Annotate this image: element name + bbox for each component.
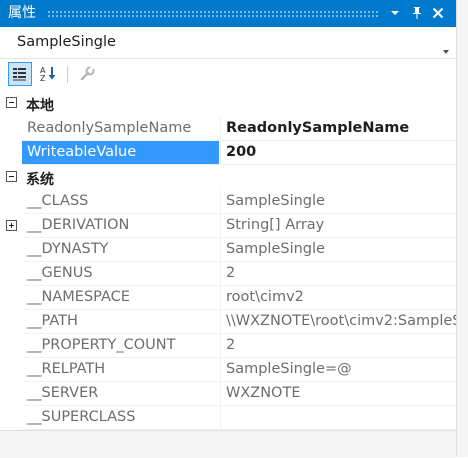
alphabetical-button[interactable]: A Z <box>37 62 61 86</box>
property-value: String[] Array <box>226 217 325 233</box>
property-name-cell[interactable]: __SUPERCLASS <box>22 406 219 430</box>
property-value: 2 <box>226 265 236 281</box>
property-name-cell[interactable]: __DERIVATION <box>22 214 219 238</box>
property-name-cell[interactable]: WriteableValue <box>22 141 219 165</box>
wrench-icon <box>80 66 95 81</box>
property-value: 2 <box>226 337 236 353</box>
property-value-cell[interactable]: root\cimv2 <box>220 286 457 310</box>
property-row[interactable]: __DYNASTY SampleSingle <box>0 238 457 262</box>
property-row[interactable]: __NAMESPACE root\cimv2 <box>0 286 457 310</box>
property-row[interactable]: __DERIVATION String[] Array <box>0 214 457 238</box>
property-name-cell[interactable]: __DYNASTY <box>22 238 219 262</box>
toolbar: A Z <box>0 60 456 90</box>
object-selector-dropdown[interactable]: SampleSingle <box>0 28 456 59</box>
property-name-cell[interactable]: __GENUS <box>22 262 219 286</box>
property-value-cell[interactable]: SampleSingle=@ <box>220 358 457 382</box>
object-selector-value: SampleSingle <box>17 34 116 50</box>
property-value-cell[interactable] <box>220 406 457 430</box>
property-value: SampleSingle <box>226 193 325 209</box>
property-value: SampleSingle <box>226 241 325 257</box>
properties-window: 属性 SampleSingle A Z 本地 ReadonlySampleNam… <box>0 0 468 458</box>
property-row[interactable]: __CLASS SampleSingle <box>0 190 457 214</box>
property-row[interactable]: __PROPERTY_COUNT 2 <box>0 334 457 358</box>
title-bar-grip[interactable] <box>47 10 379 17</box>
category-row-local[interactable]: 本地 <box>0 92 456 116</box>
property-name: ReadonlySampleName <box>27 120 192 136</box>
property-name: __PROPERTY_COUNT <box>27 337 176 353</box>
chevron-down-icon[interactable] <box>442 40 450 59</box>
property-name: __NAMESPACE <box>27 289 130 305</box>
property-name: __SUPERCLASS <box>27 409 136 425</box>
property-grid: 本地 ReadonlySampleName ReadonlySampleName… <box>0 92 457 430</box>
property-name-cell[interactable]: __PATH <box>22 310 219 334</box>
property-name: __DYNASTY <box>27 241 109 257</box>
property-value-cell[interactable]: ReadonlySampleName <box>220 117 457 141</box>
property-name: __DERIVATION <box>27 217 130 233</box>
toolbar-separator <box>67 66 68 83</box>
property-value-cell[interactable]: 200 <box>220 141 457 165</box>
property-name: __RELPATH <box>27 361 106 377</box>
window-title: 属性 <box>8 5 36 21</box>
property-value-cell[interactable]: String[] Array <box>220 214 457 238</box>
property-row[interactable]: ReadonlySampleName ReadonlySampleName <box>0 117 457 141</box>
property-name-cell[interactable]: ReadonlySampleName <box>22 117 219 141</box>
pin-icon[interactable] <box>407 3 427 23</box>
title-bar[interactable]: 属性 <box>0 0 456 27</box>
property-name: __CLASS <box>27 193 89 209</box>
close-icon[interactable] <box>428 3 448 23</box>
alphabetical-sort-icon: A Z <box>40 66 56 83</box>
description-panel <box>0 430 456 458</box>
property-row[interactable]: __SUPERCLASS <box>0 406 457 430</box>
property-row[interactable]: __RELPATH SampleSingle=@ <box>0 358 457 382</box>
property-value: WXZNOTE <box>226 385 301 401</box>
property-value-cell[interactable]: WXZNOTE <box>220 382 457 406</box>
property-value: 200 <box>226 144 257 160</box>
property-row[interactable]: __SERVER WXZNOTE <box>0 382 457 406</box>
property-row-selected[interactable]: WriteableValue 200 <box>0 141 457 165</box>
window-position-dropdown-icon[interactable] <box>385 3 405 23</box>
property-value-cell[interactable]: SampleSingle <box>220 238 457 262</box>
property-value: ReadonlySampleName <box>226 120 410 136</box>
right-edge-strip <box>456 0 468 457</box>
property-pages-button[interactable] <box>75 62 99 86</box>
collapse-icon[interactable] <box>6 97 17 108</box>
property-row[interactable]: __GENUS 2 <box>0 262 457 286</box>
property-name: __GENUS <box>27 265 93 281</box>
property-name: __PATH <box>27 313 78 329</box>
category-label: 本地 <box>26 98 54 114</box>
property-name: WriteableValue <box>27 144 137 160</box>
property-value: root\cimv2 <box>226 289 304 305</box>
categorized-icon <box>13 68 26 81</box>
svg-text:Z: Z <box>40 74 46 83</box>
property-value: \\WXZNOTE\root\cimv2:SampleSingle=@ <box>226 313 457 329</box>
property-value-cell[interactable]: 2 <box>220 334 457 358</box>
property-value-cell[interactable]: SampleSingle <box>220 190 457 214</box>
category-row-system[interactable]: 系统 <box>0 166 456 190</box>
property-name-cell[interactable]: __PROPERTY_COUNT <box>22 334 219 358</box>
expand-icon[interactable] <box>6 220 17 231</box>
property-name-cell[interactable]: __CLASS <box>22 190 219 214</box>
categorized-button[interactable] <box>8 62 32 86</box>
property-name-cell[interactable]: __RELPATH <box>22 358 219 382</box>
category-label: 系统 <box>26 172 54 188</box>
property-value-cell[interactable]: 2 <box>220 262 457 286</box>
property-name: __SERVER <box>27 385 99 401</box>
property-row[interactable]: __PATH \\WXZNOTE\root\cimv2:SampleSingle… <box>0 310 457 334</box>
property-value: SampleSingle=@ <box>226 361 352 377</box>
property-name-cell[interactable]: __SERVER <box>22 382 219 406</box>
collapse-icon[interactable] <box>6 171 17 182</box>
property-name-cell[interactable]: __NAMESPACE <box>22 286 219 310</box>
property-value-cell[interactable]: \\WXZNOTE\root\cimv2:SampleSingle=@ <box>220 310 457 334</box>
